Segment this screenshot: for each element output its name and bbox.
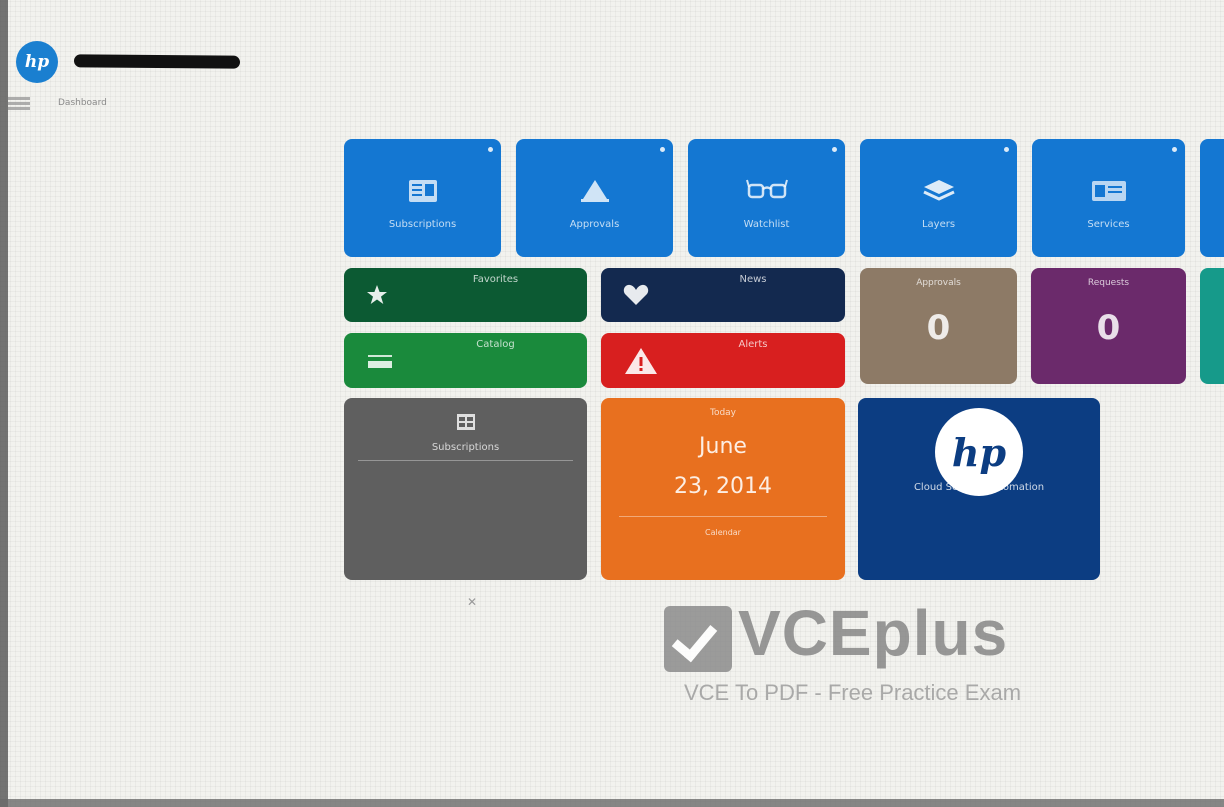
tile-partial-right[interactable]: [1200, 139, 1224, 257]
tile-label: News: [739, 274, 767, 285]
counter-label: Approvals: [916, 278, 961, 288]
tile-subscriptions[interactable]: Subscriptions: [344, 139, 501, 257]
date-header: Today: [709, 408, 737, 418]
tile-hp-csa[interactable]: hp Cloud Service Automation: [858, 398, 1100, 580]
tile-favorites[interactable]: Favorites: [344, 268, 587, 322]
tray-icon: [368, 354, 392, 368]
star-icon: [367, 285, 387, 304]
counter-value: 0: [1096, 308, 1121, 348]
hp-logo-icon[interactable]: hp: [16, 41, 58, 83]
glasses-icon: [745, 179, 788, 199]
card-icon: [1091, 181, 1126, 201]
tile-indicator-dot: [1004, 147, 1009, 152]
tile-date[interactable]: Today June 23, 2014 Calendar: [601, 398, 845, 580]
date-day: 23, 2014: [674, 474, 772, 499]
monitor-bezel-bottom: [0, 799, 1224, 807]
tile-partial-teal[interactable]: [1200, 268, 1224, 384]
tile-label: Cloud Service Automation: [913, 482, 1045, 493]
tile-alerts[interactable]: Alerts: [601, 333, 845, 388]
tile-services[interactable]: Services: [1032, 139, 1185, 257]
tile-indicator-dot: [1172, 147, 1177, 152]
heart-icon: [623, 284, 649, 305]
counter-value: 0: [926, 308, 951, 348]
divider: [619, 516, 827, 517]
tile-approvals[interactable]: Approvals: [516, 139, 673, 257]
redacted-title: [73, 54, 241, 69]
tile-label: Approvals: [569, 219, 620, 230]
tile-label: Catalog: [476, 339, 515, 350]
tile-subscriptions-large[interactable]: Subscriptions: [344, 398, 587, 580]
tile-layers[interactable]: Layers: [860, 139, 1017, 257]
menu-icon[interactable]: [8, 96, 30, 110]
counter-label: Requests: [1087, 278, 1130, 288]
tile-catalog[interactable]: Catalog: [344, 333, 587, 388]
calendar-grid-icon: [456, 414, 475, 430]
tile-label: Subscriptions: [388, 219, 457, 230]
watermark-check-icon: [664, 606, 732, 672]
layers-icon: [922, 180, 955, 201]
tile-label: Layers: [921, 219, 956, 230]
tile-approvals-count[interactable]: Approvals 0: [860, 268, 1017, 384]
tile-label: Alerts: [738, 339, 768, 350]
divider: [358, 460, 573, 461]
watermark-tagline: VCE To PDF - Free Practice Exam: [684, 680, 1022, 705]
tile-label: Services: [1087, 219, 1130, 230]
tile-label: Subscriptions: [431, 442, 500, 453]
warning-icon: [625, 347, 657, 374]
watermark-brand: VCEplus: [738, 597, 1009, 669]
tile-requests-count[interactable]: Requests 0: [1031, 268, 1186, 384]
catalog-icon: [408, 180, 437, 202]
tile-label: Favorites: [472, 274, 519, 285]
date-footer: Calendar: [705, 528, 741, 537]
tile-indicator-dot: [660, 147, 665, 152]
monitor-bezel-left: [0, 0, 8, 807]
scroll-indicator-icon[interactable]: ✕: [467, 595, 477, 609]
tile-news[interactable]: News: [601, 268, 845, 322]
alert-bell-icon: [580, 180, 609, 202]
breadcrumb[interactable]: Dashboard: [58, 98, 107, 108]
tile-indicator-dot: [832, 147, 837, 152]
tile-watchlist[interactable]: Watchlist: [688, 139, 845, 257]
tile-label: Watchlist: [743, 219, 790, 230]
date-month: June: [699, 434, 747, 459]
tile-indicator-dot: [488, 147, 493, 152]
